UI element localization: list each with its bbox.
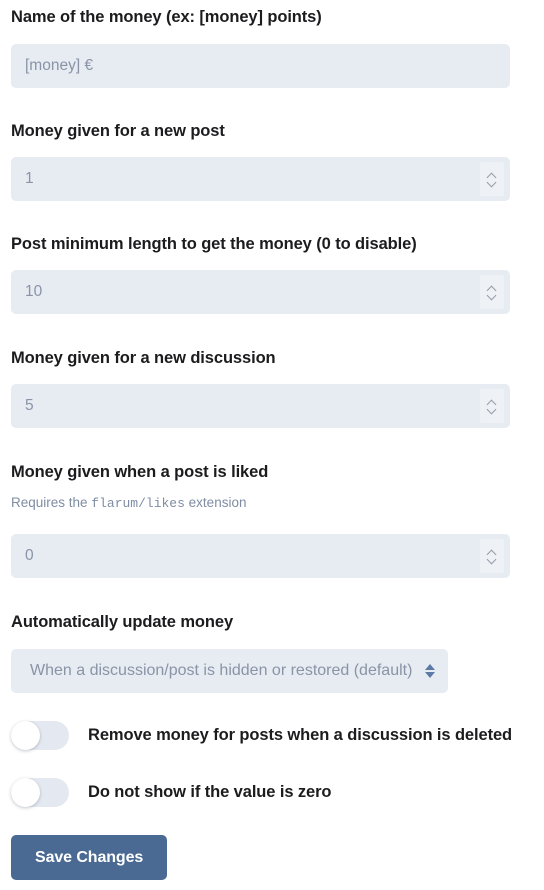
help-code-extension: flarum/likes [91, 495, 185, 511]
toggle-hide-zero-value[interactable] [11, 778, 69, 807]
field-money-new-discussion: Money given for a new discussion [0, 349, 544, 369]
money-new-post-value: 1 [25, 170, 34, 187]
field-post-min-length: Post minimum length to get the money (0 … [0, 235, 544, 255]
money-new-post-number-input[interactable]: 1 [11, 157, 510, 201]
number-spinner[interactable] [480, 275, 504, 309]
post-min-length-number-input[interactable]: 10 [11, 270, 510, 314]
field-money-post-liked: Money given when a post is liked Require… [0, 463, 544, 513]
field-label-money-new-post: Money given for a new post [11, 122, 225, 140]
toggle-knob [11, 721, 40, 750]
help-suffix: extension [184, 494, 247, 510]
number-spinner[interactable] [480, 162, 504, 196]
field-label-money-new-discussion: Money given for a new discussion [11, 349, 276, 367]
money-new-discussion-value: 5 [25, 397, 34, 414]
field-money-name: Name of the money (ex: [money] points) [0, 8, 544, 28]
select-updown-arrow-icon [424, 663, 435, 679]
help-prefix: Requires the [11, 494, 92, 510]
field-label-auto-update-money: Automatically update money [11, 613, 234, 631]
toggle-remove-money-on-delete[interactable] [11, 721, 69, 750]
post-min-length-value: 10 [25, 283, 43, 300]
save-changes-button[interactable]: Save Changes [11, 835, 168, 880]
field-label-post-min-length: Post minimum length to get the money (0 … [11, 235, 417, 253]
money-name-input[interactable] [11, 44, 510, 88]
number-spinner[interactable] [480, 389, 504, 423]
field-help-money-post-liked: Requires the flarum/likes extension [11, 494, 533, 513]
auto-update-money-selected-value: When a discussion/post is hidden or rest… [30, 662, 413, 679]
chevron-down-icon[interactable] [488, 557, 497, 562]
field-auto-update-money: Automatically update money [0, 613, 544, 633]
auto-update-money-select[interactable]: When a discussion/post is hidden or rest… [11, 649, 449, 693]
chevron-down-icon[interactable] [488, 407, 497, 412]
money-post-liked-number-input[interactable]: 0 [11, 534, 510, 578]
toggle-knob [11, 778, 40, 807]
switch-row-remove-money-on-delete[interactable]: Remove money for posts when a discussion… [0, 721, 544, 750]
number-spinner[interactable] [480, 539, 504, 573]
field-label-money-name: Name of the money (ex: [money] points) [11, 8, 322, 26]
chevron-down-icon[interactable] [488, 180, 497, 185]
money-post-liked-value: 0 [25, 547, 34, 564]
money-new-discussion-number-input[interactable]: 5 [11, 384, 510, 428]
settings-form-page: Name of the money (ex: [money] points) M… [0, 0, 544, 890]
field-label-money-post-liked: Money given when a post is liked [11, 463, 269, 481]
field-money-new-post: Money given for a new post [0, 122, 544, 142]
chevron-down-icon[interactable] [488, 293, 497, 298]
switch-row-hide-zero-value[interactable]: Do not show if the value is zero [0, 778, 544, 807]
switch-label-remove-money-on-delete: Remove money for posts when a discussion… [88, 726, 513, 744]
switch-label-hide-zero-value: Do not show if the value is zero [88, 783, 332, 801]
